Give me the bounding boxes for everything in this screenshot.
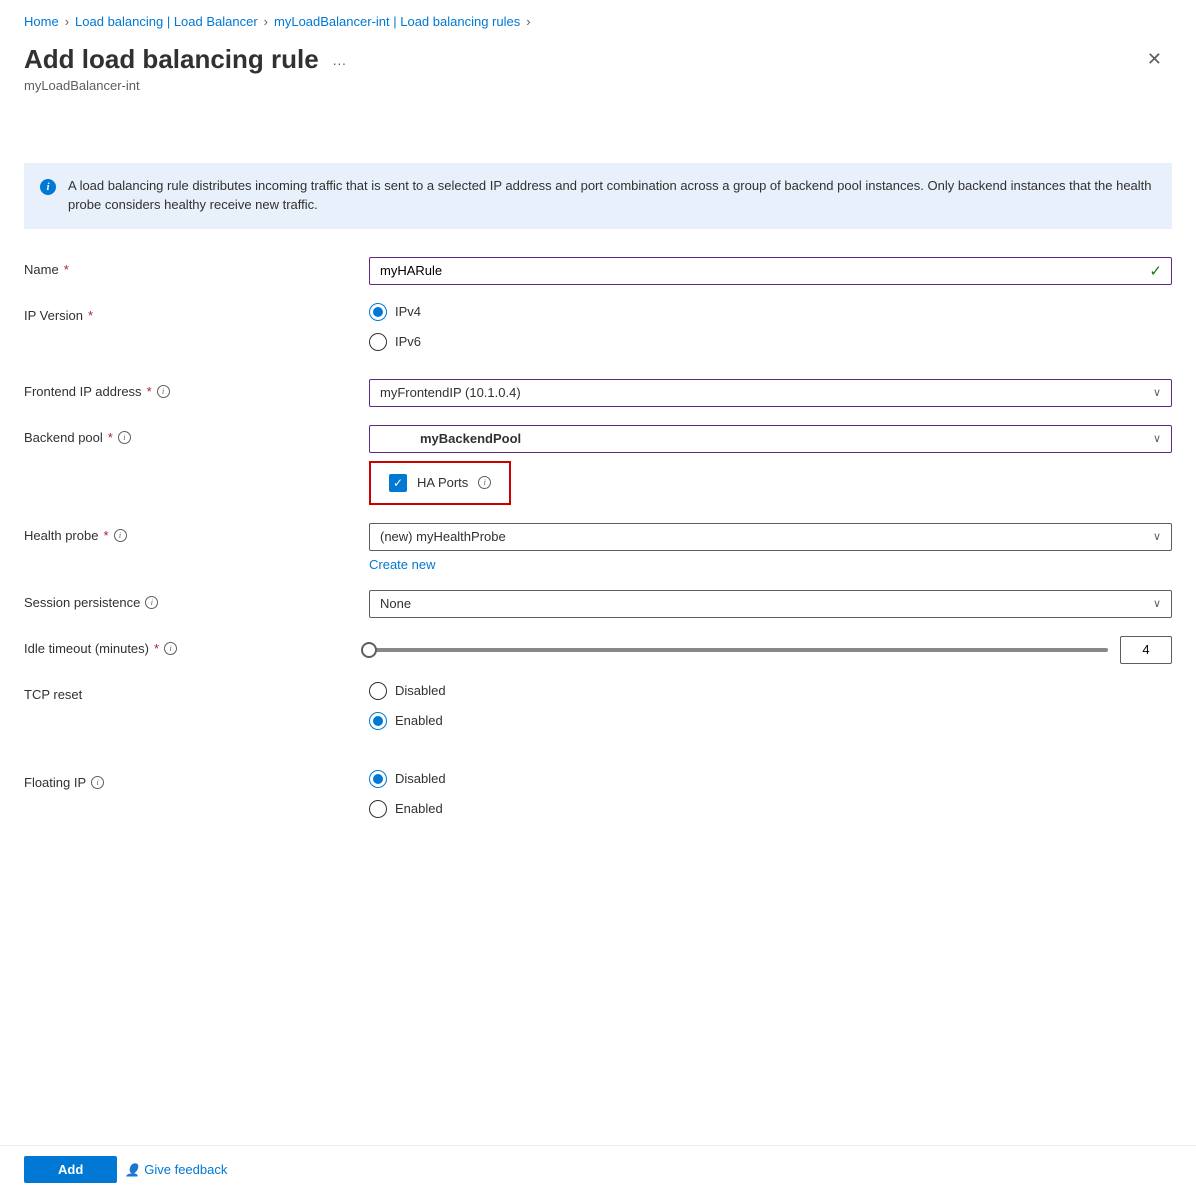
info-icon[interactable]: i: [114, 529, 127, 542]
breadcrumb: Home › Load balancing | Load Balancer › …: [24, 14, 1172, 29]
name-label: Name *: [24, 257, 369, 277]
health-probe-label: Health probe * i: [24, 523, 369, 543]
info-icon[interactable]: i: [145, 596, 158, 609]
info-icon[interactable]: i: [157, 385, 170, 398]
tcp-reset-enabled-radio[interactable]: [369, 712, 387, 730]
floating-ip-label: Floating IP i: [24, 770, 369, 790]
info-icon[interactable]: i: [91, 776, 104, 789]
add-button[interactable]: Add: [24, 1156, 117, 1183]
info-icon[interactable]: i: [164, 642, 177, 655]
required-indicator: *: [103, 528, 108, 543]
page-header: Add load balancing rule ··· ✕: [24, 43, 1172, 76]
tcp-reset-label: TCP reset: [24, 682, 369, 702]
ha-ports-checkbox[interactable]: ✓: [389, 474, 407, 492]
breadcrumb-load-balancing[interactable]: Load balancing | Load Balancer: [75, 14, 258, 29]
info-text: A load balancing rule distributes incomi…: [68, 177, 1156, 215]
session-persistence-label: Session persistence i: [24, 590, 369, 610]
info-icon[interactable]: i: [118, 431, 131, 444]
required-indicator: *: [64, 262, 69, 277]
breadcrumb-sep: ›: [65, 14, 69, 29]
required-indicator: *: [147, 384, 152, 399]
backend-pool-select[interactable]: myBackendPool ∨: [369, 425, 1172, 453]
floating-ip-enabled-radio[interactable]: [369, 800, 387, 818]
chevron-down-icon: ∨: [1153, 597, 1161, 610]
frontend-ip-label: Frontend IP address * i: [24, 379, 369, 399]
ip-version-label: IP Version *: [24, 303, 369, 323]
health-probe-select[interactable]: (new) myHealthProbe ∨: [369, 523, 1172, 551]
session-persistence-select[interactable]: None ∨: [369, 590, 1172, 618]
chevron-down-icon: ∨: [1153, 432, 1161, 445]
page-title: Add load balancing rule: [24, 44, 319, 74]
info-icon: i: [40, 179, 56, 195]
create-new-link[interactable]: Create new: [369, 557, 435, 572]
ipv6-radio[interactable]: [369, 333, 387, 351]
idle-timeout-slider[interactable]: [369, 648, 1108, 652]
required-indicator: *: [88, 308, 93, 323]
give-feedback-link[interactable]: 👤 Give feedback: [125, 1162, 227, 1177]
close-button[interactable]: ✕: [1137, 43, 1172, 76]
info-icon[interactable]: i: [478, 476, 491, 489]
required-indicator: *: [154, 641, 159, 656]
name-input[interactable]: [369, 257, 1172, 285]
breadcrumb-sep: ›: [526, 14, 530, 29]
more-actions[interactable]: ···: [332, 55, 346, 71]
ipv4-radio[interactable]: [369, 303, 387, 321]
frontend-ip-select[interactable]: myFrontendIP (10.1.0.4) ∨: [369, 379, 1172, 407]
check-icon: ✓: [1149, 262, 1162, 280]
page-subtitle: myLoadBalancer-int: [24, 78, 1172, 93]
footer: Add 👤 Give feedback: [0, 1145, 1196, 1193]
chevron-down-icon: ∨: [1153, 530, 1161, 543]
breadcrumb-sep: ›: [264, 14, 268, 29]
feedback-icon: 👤: [125, 1163, 140, 1177]
floating-ip-disabled-radio[interactable]: [369, 770, 387, 788]
info-banner: i A load balancing rule distributes inco…: [24, 163, 1172, 229]
slider-thumb[interactable]: [361, 642, 377, 658]
tcp-reset-disabled-radio[interactable]: [369, 682, 387, 700]
breadcrumb-resource[interactable]: myLoadBalancer-int | Load balancing rule…: [274, 14, 520, 29]
required-indicator: *: [108, 430, 113, 445]
chevron-down-icon: ∨: [1153, 386, 1161, 399]
breadcrumb-home[interactable]: Home: [24, 14, 59, 29]
idle-timeout-label: Idle timeout (minutes) * i: [24, 636, 369, 656]
ha-ports-highlight: ✓ HA Ports i: [369, 461, 511, 505]
idle-timeout-input[interactable]: [1120, 636, 1172, 664]
backend-pool-label: Backend pool * i: [24, 425, 369, 445]
